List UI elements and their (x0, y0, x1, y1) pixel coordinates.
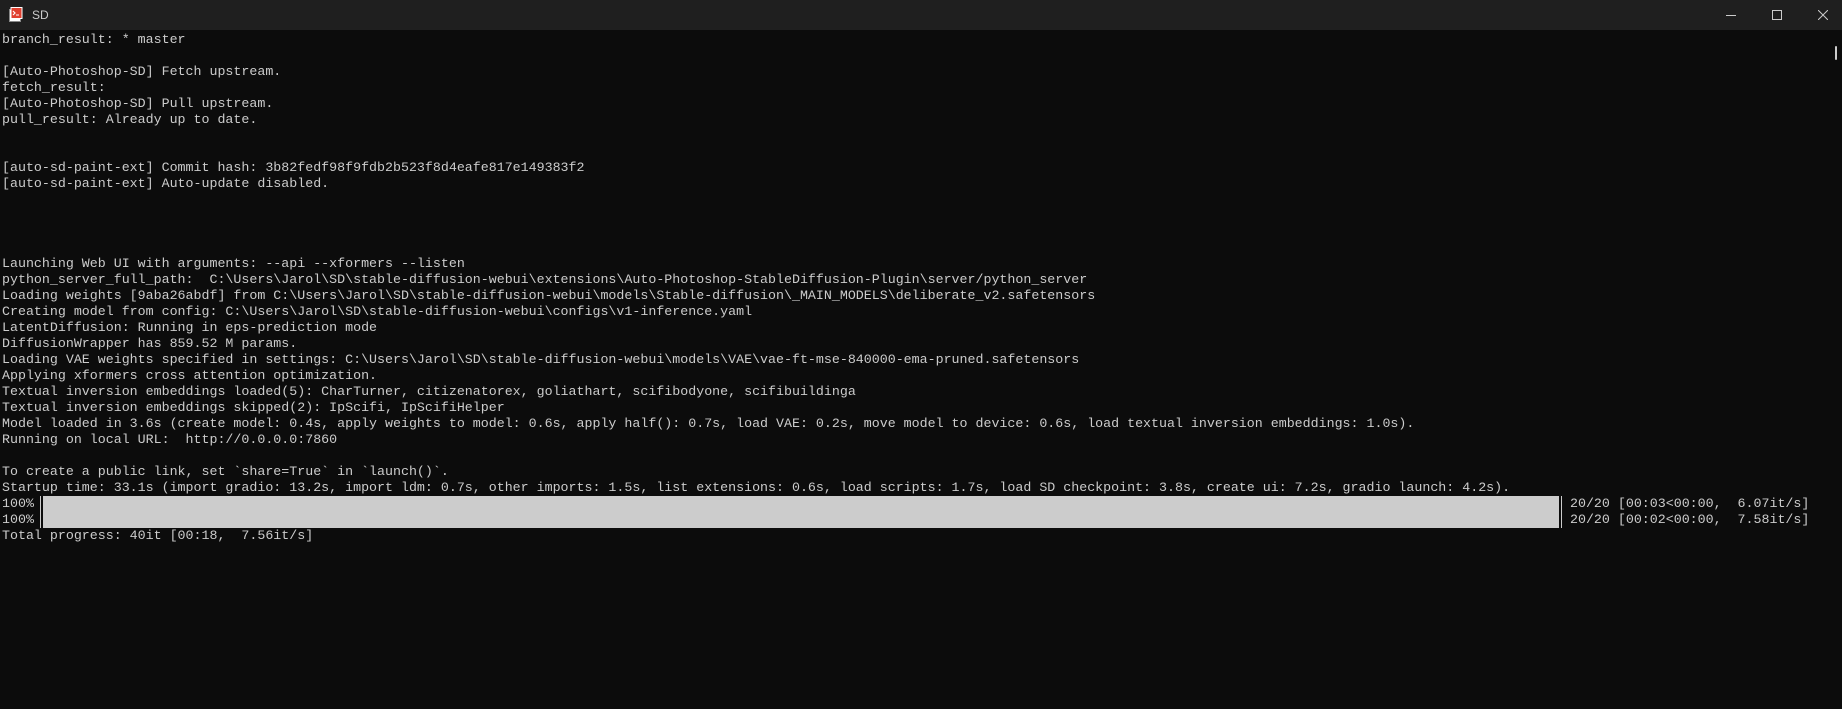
console-line: pull_result: Already up to date. (2, 112, 258, 127)
close-icon (1818, 10, 1828, 20)
total-progress-line: Total progress: 40it [00:18, 7.56it/s] (2, 528, 314, 543)
console-line: Textual inversion embeddings skipped(2):… (2, 400, 505, 415)
console-line: fetch_result: (2, 80, 106, 95)
maximize-button[interactable] (1754, 0, 1800, 30)
progress-bar-fill (43, 496, 1559, 512)
console-line: Loading VAE weights specified in setting… (2, 352, 1080, 367)
console-line: Applying xformers cross attention optimi… (2, 368, 378, 383)
progress-stats: 20/20 [00:02<00:00, 7.58it/s] (1562, 512, 1810, 527)
console-line: [auto-sd-paint-ext] Auto-update disabled… (2, 176, 330, 191)
console-line: Startup time: 33.1s (import gradio: 13.2… (2, 480, 1511, 495)
progress-bar-line: 100% 20/20 [00:02<00:00, 7.58it/s] (2, 512, 1828, 528)
console-line: branch_result: * master (2, 32, 186, 47)
console-line: [auto-sd-paint-ext] Commit hash: 3b82fed… (2, 160, 585, 175)
console-line: [Auto-Photoshop-SD] Fetch upstream. (2, 64, 282, 79)
progress-bar-fill (43, 512, 1559, 528)
terminal-app-icon (9, 7, 23, 22)
console-line: Model loaded in 3.6s (create model: 0.4s… (2, 416, 1415, 431)
console-line: python_server_full_path: C:\Users\Jarol\… (2, 272, 1088, 287)
console-line: To create a public link, set `share=True… (2, 464, 449, 479)
progress-stats: 20/20 [00:03<00:00, 6.07it/s] (1562, 496, 1810, 511)
progress-bar-left-edge (40, 496, 41, 512)
console-line: DiffusionWrapper has 859.52 M params. (2, 336, 298, 351)
progress-bar (40, 512, 1562, 528)
close-button[interactable] (1800, 0, 1842, 30)
vertical-scrollbar[interactable] (1830, 30, 1842, 709)
minimize-icon (1726, 15, 1736, 16)
progress-bar (40, 496, 1562, 512)
console-line: Running on local URL: http://0.0.0.0:786… (2, 432, 338, 447)
scrollbar-thumb[interactable] (1835, 46, 1837, 60)
window-title: SD (32, 8, 49, 22)
progress-percent: 100% (2, 512, 34, 527)
console-output[interactable]: branch_result: * master [Auto-Photoshop-… (0, 30, 1830, 709)
progress-bar-left-edge (40, 512, 41, 528)
console-line: Launching Web UI with arguments: --api -… (2, 256, 465, 271)
progress-bar-line: 100% 20/20 [00:03<00:00, 6.07it/s] (2, 496, 1828, 512)
console-line: LatentDiffusion: Running in eps-predicti… (2, 320, 378, 335)
console-line: Creating model from config: C:\Users\Jar… (2, 304, 753, 319)
minimize-button[interactable] (1708, 0, 1754, 30)
maximize-icon (1772, 10, 1782, 20)
console-line: [Auto-Photoshop-SD] Pull upstream. (2, 96, 274, 111)
title-bar[interactable]: SD (0, 0, 1842, 30)
console-line: Textual inversion embeddings loaded(5): … (2, 384, 856, 399)
console-line: Loading weights [9aba26abdf] from C:\Use… (2, 288, 1096, 303)
terminal-window: SD branch_result: * master [Auto-Photosh… (0, 0, 1842, 709)
progress-percent: 100% (2, 496, 34, 511)
